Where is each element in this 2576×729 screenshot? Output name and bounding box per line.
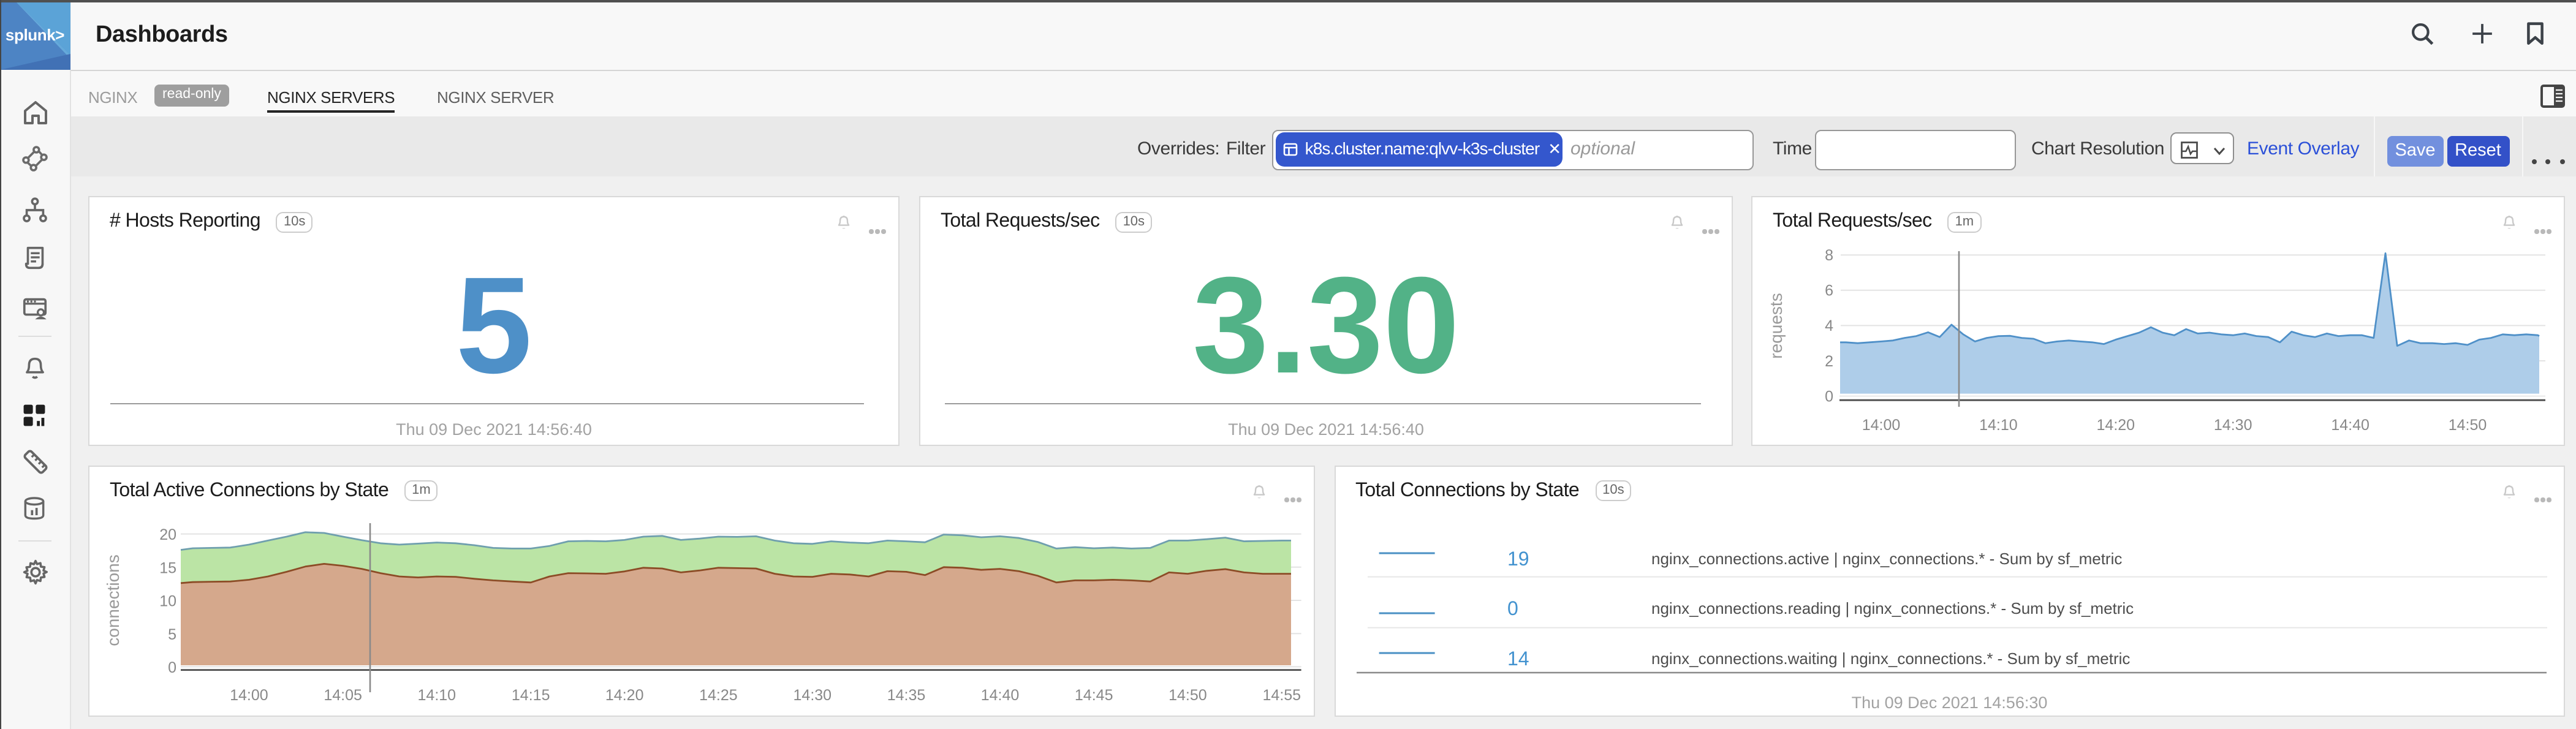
svg-text:14:40: 14:40 [2331,417,2370,434]
svg-text:6: 6 [1825,282,1833,300]
svg-text:14:35: 14:35 [887,686,926,703]
svg-text:14:00: 14:00 [1862,417,1901,434]
svg-text:requests: requests [1767,293,1786,358]
svg-text:4: 4 [1825,317,1833,334]
svg-text:14:45: 14:45 [1075,686,1113,703]
svg-text:nginx_connections.active | ngi: nginx_connections.active | nginx_connect… [1651,549,2121,567]
svg-text:connections: connections [104,554,123,645]
svg-text:14:30: 14:30 [794,686,832,703]
svg-text:14:20: 14:20 [2097,417,2135,434]
svg-text:2: 2 [1825,353,1833,370]
svg-text:8: 8 [1825,247,1833,264]
svg-text:14:05: 14:05 [324,686,362,703]
svg-text:14:15: 14:15 [512,686,550,703]
svg-text:0: 0 [1507,597,1518,619]
svg-text:14: 14 [1507,647,1529,669]
svg-text:14:50: 14:50 [2449,417,2487,434]
svg-text:19: 19 [1507,547,1529,569]
svg-text:14:10: 14:10 [418,686,456,703]
svg-text:nginx_connections.reading | ng: nginx_connections.reading | nginx_connec… [1651,599,2133,617]
svg-text:14:50: 14:50 [1169,686,1207,703]
svg-text:10: 10 [159,592,176,610]
svg-text:14:40: 14:40 [981,686,1020,703]
svg-text:14:00: 14:00 [230,686,268,703]
svg-text:0: 0 [1825,388,1833,405]
svg-text:5: 5 [168,625,176,643]
svg-text:nginx_connections.waiting | ng: nginx_connections.waiting | nginx_connec… [1651,649,2129,667]
svg-text:14:10: 14:10 [1979,417,2018,434]
svg-text:14:55: 14:55 [1263,686,1301,703]
svg-text:splunk>: splunk> [6,26,64,44]
svg-text:14:25: 14:25 [699,686,738,703]
svg-text:15: 15 [159,559,176,576]
svg-text:20: 20 [159,526,176,543]
svg-text:14:30: 14:30 [2214,417,2252,434]
svg-text:14:20: 14:20 [605,686,644,703]
svg-text:0: 0 [168,659,176,676]
